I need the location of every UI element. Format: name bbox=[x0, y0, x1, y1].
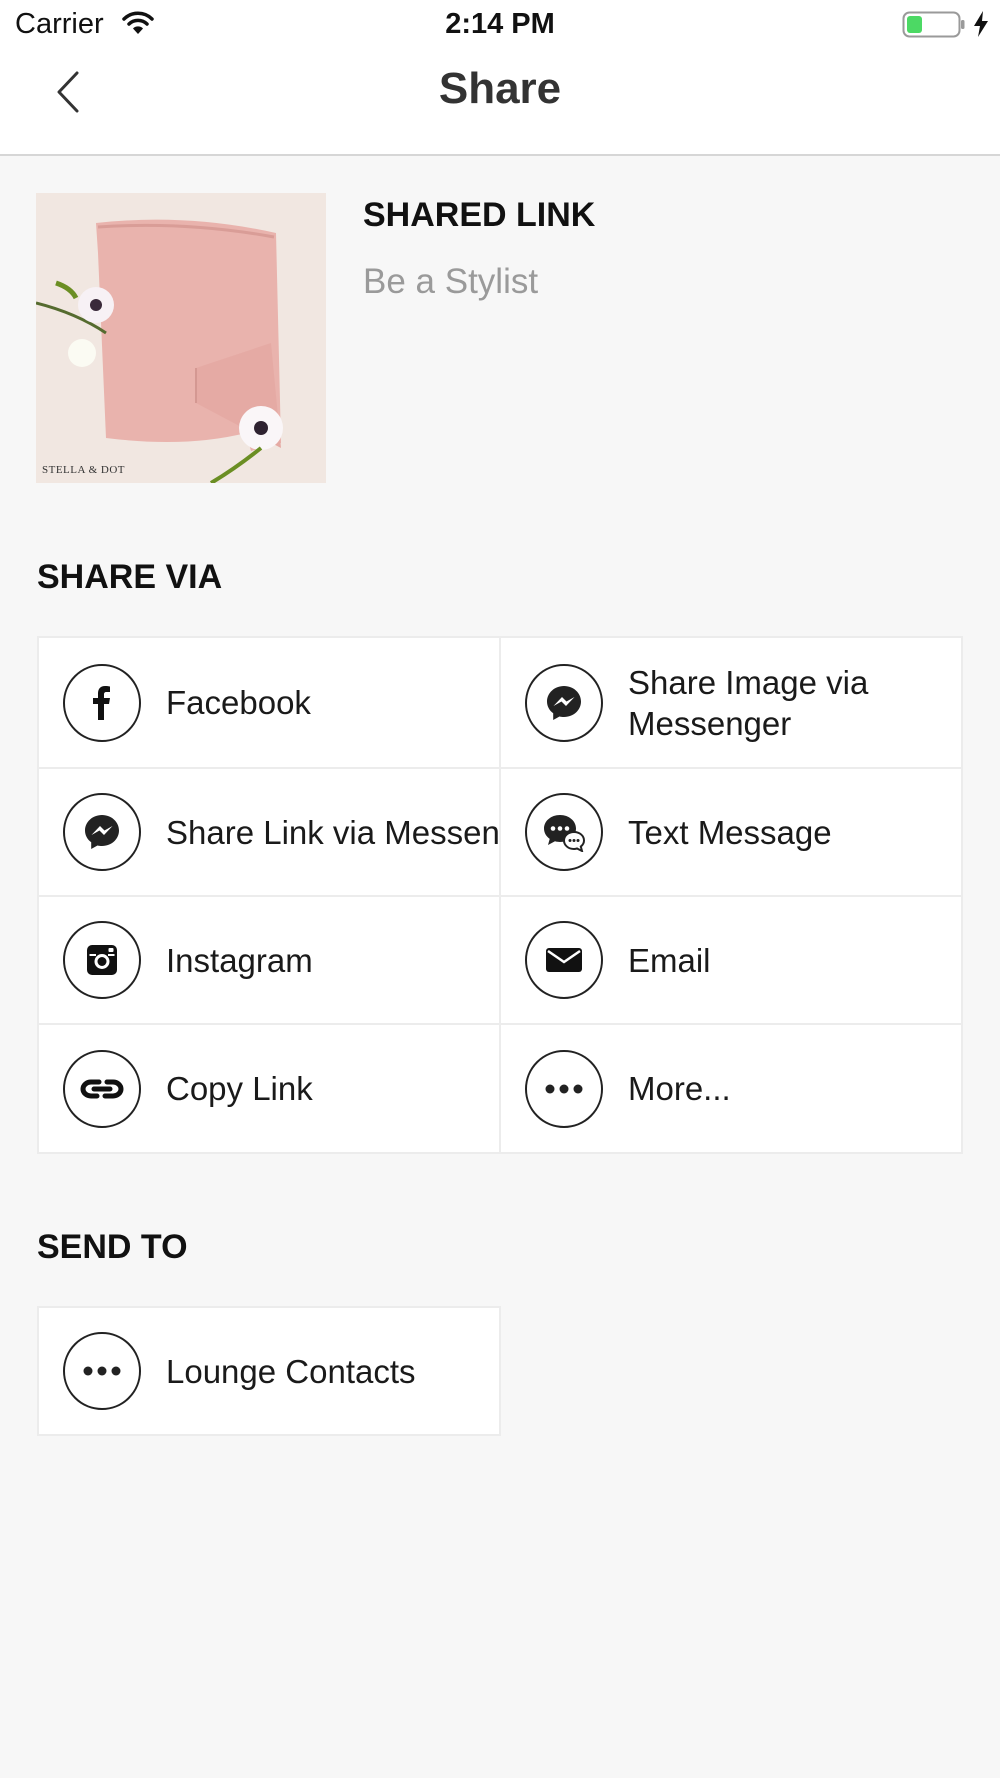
share-option-label: Text Message bbox=[628, 813, 832, 851]
share-email-button[interactable]: Email bbox=[499, 895, 963, 1025]
shared-link-thumbnail: STELLA & DOT bbox=[36, 193, 326, 483]
share-image-messenger-button[interactable]: Share Image via Messenger bbox=[499, 636, 963, 769]
sweater-image bbox=[36, 193, 326, 483]
lounge-contacts-button[interactable]: Lounge Contacts bbox=[37, 1306, 501, 1436]
share-option-label: More... bbox=[628, 1070, 731, 1107]
messenger-icon bbox=[63, 793, 141, 871]
share-option-label: Email bbox=[628, 941, 711, 979]
share-via-heading: SHARE VIA bbox=[37, 558, 223, 596]
more-icon bbox=[63, 1332, 141, 1410]
share-link-messenger-button[interactable]: Share Link via Messenger bbox=[37, 767, 501, 897]
facebook-icon bbox=[63, 663, 141, 742]
copy-link-button[interactable]: Copy Link bbox=[37, 1023, 501, 1154]
link-icon bbox=[63, 1049, 141, 1128]
messenger-icon bbox=[525, 663, 603, 742]
share-option-label: Instagram bbox=[166, 941, 313, 979]
shared-link-title: SHARED LINK bbox=[363, 196, 596, 234]
share-option-label-line2: Messenger bbox=[628, 705, 792, 742]
more-icon bbox=[525, 1049, 603, 1128]
text-message-icon bbox=[525, 793, 603, 871]
share-option-label: Facebook bbox=[166, 684, 311, 721]
status-time: 2:14 PM bbox=[445, 8, 555, 40]
battery-icon bbox=[902, 11, 966, 44]
status-bar: Carrier 2:14 PM bbox=[0, 0, 1000, 50]
send-to-heading: SEND TO bbox=[37, 1228, 188, 1266]
share-facebook-button[interactable]: Facebook bbox=[37, 636, 501, 769]
share-instagram-button[interactable]: Instagram bbox=[37, 895, 501, 1025]
share-text-message-button[interactable]: Text Message bbox=[499, 767, 963, 897]
share-option-label: Copy Link bbox=[166, 1070, 313, 1107]
email-icon bbox=[525, 921, 603, 999]
charging-icon bbox=[972, 10, 990, 43]
share-option-label: Share Link via Messenger bbox=[166, 813, 500, 851]
image-caption: STELLA & DOT bbox=[42, 464, 125, 476]
shared-link-subtitle: Be a Stylist bbox=[363, 262, 539, 301]
page-title: Share bbox=[438, 64, 562, 113]
send-option-label: Lounge Contacts bbox=[166, 1352, 416, 1390]
instagram-icon bbox=[63, 921, 141, 999]
navigation-bar: Share bbox=[0, 50, 1000, 156]
share-option-label: Share Image via Messenger bbox=[628, 662, 868, 744]
share-option-label-line1: Share Image via bbox=[628, 664, 869, 701]
more-options-button[interactable]: More... bbox=[499, 1023, 963, 1154]
